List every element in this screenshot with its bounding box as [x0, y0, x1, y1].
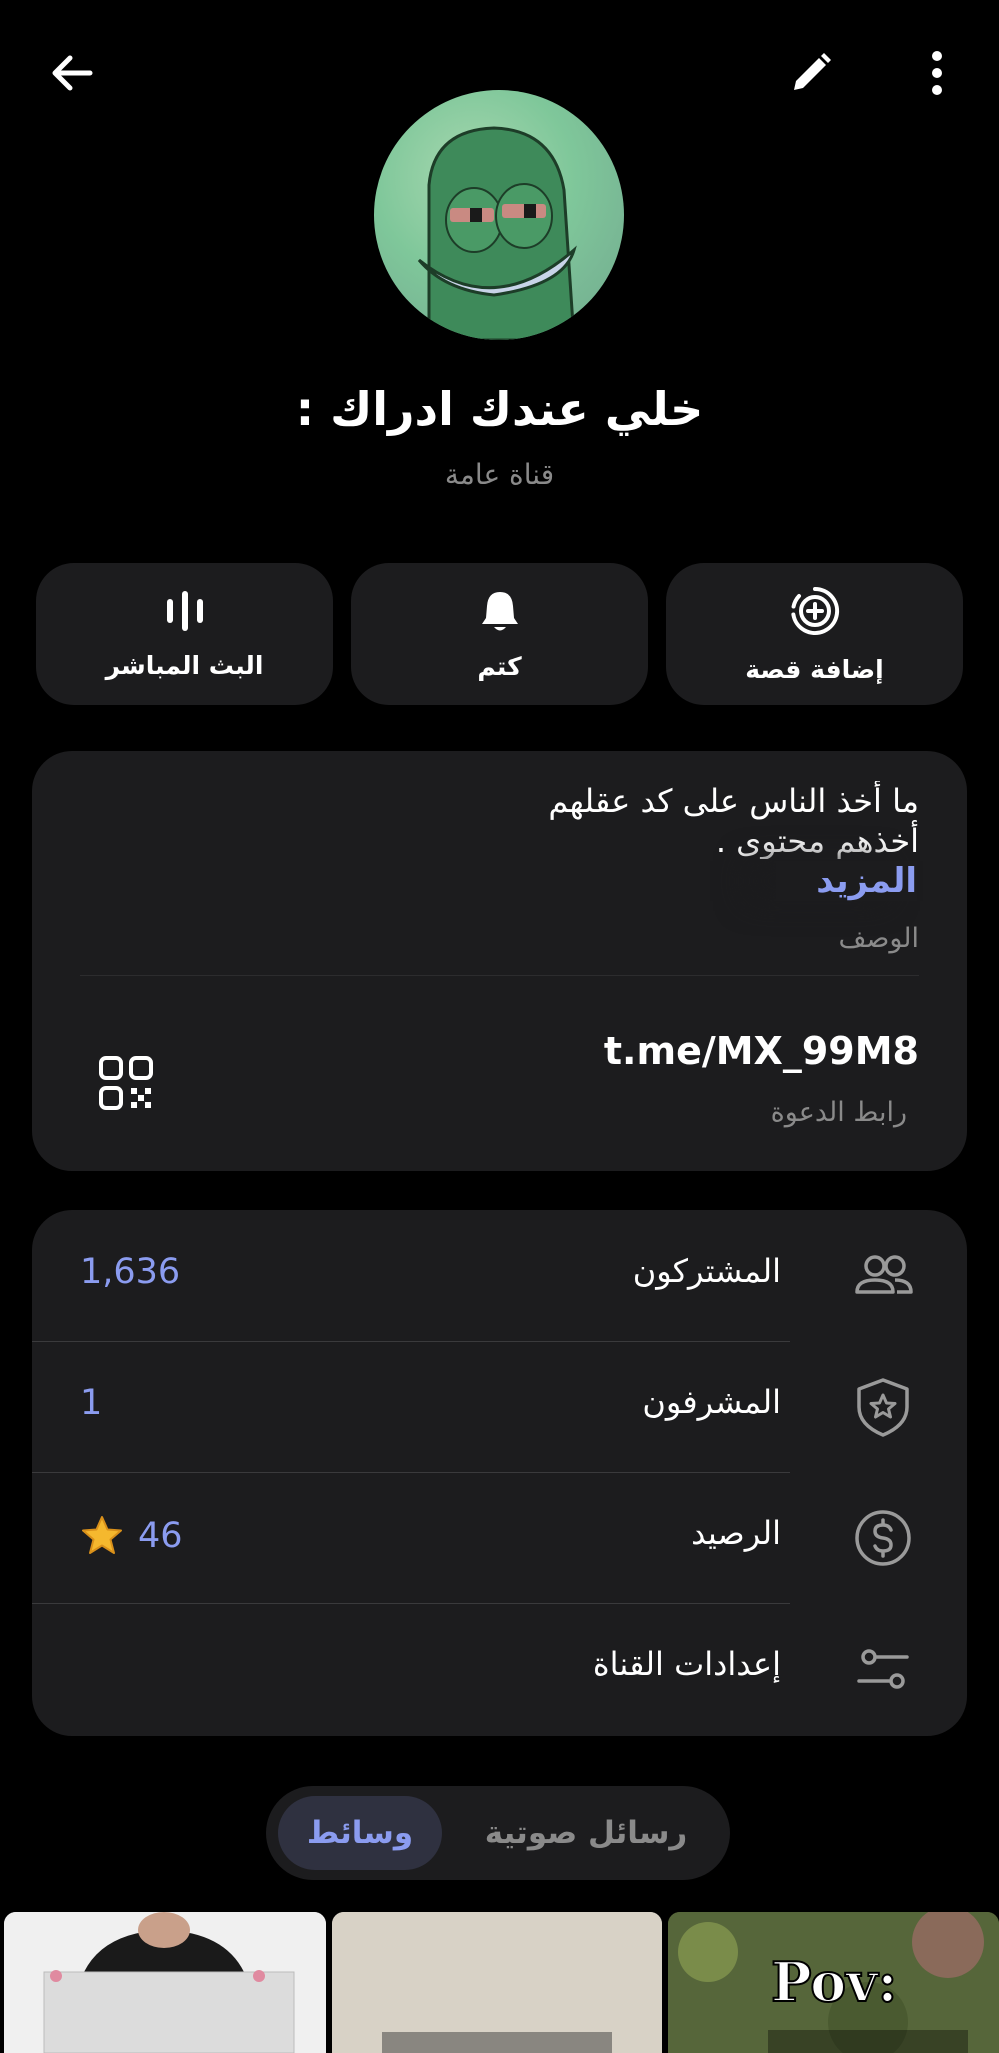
admins-label: المشرفون: [642, 1383, 781, 1421]
avatar-image: [417, 126, 577, 340]
people-icon: [851, 1244, 915, 1308]
add-story-icon: [790, 586, 839, 635]
tab-voice-messages[interactable]: رسائل صوتية: [466, 1796, 706, 1870]
subscribers-label: المشتركون: [632, 1252, 781, 1290]
more-options-button[interactable]: [892, 28, 982, 118]
channel-type: قناة عامة: [444, 458, 555, 491]
shield-star-icon: [851, 1375, 915, 1439]
add-story-label: إضافة قصة: [745, 654, 884, 684]
mute-label: كتم: [477, 651, 522, 681]
live-stream-icon: [166, 590, 203, 631]
bell-icon: [481, 591, 518, 630]
subscribers-count: 1,636: [80, 1252, 181, 1292]
channel-bio: ما أخذ الناس على كد عقلهم أخذهم محتوى .: [548, 782, 919, 859]
star-icon: [82, 1516, 122, 1554]
action-buttons: البث المباشر كتم إضافة قصة: [36, 563, 963, 705]
balance-row[interactable]: الرصيد 46: [32, 1472, 967, 1603]
add-story-button[interactable]: إضافة قصة: [666, 563, 963, 705]
channel-settings-label: إعدادات القناة: [592, 1645, 781, 1683]
channel-avatar[interactable]: [374, 90, 624, 340]
pencil-icon: [794, 53, 831, 90]
arrow-left-icon: [52, 55, 93, 91]
invite-link[interactable]: t.me/MX_99M8: [604, 1029, 919, 1073]
divider: [80, 975, 919, 976]
admins-count: 1: [80, 1383, 103, 1423]
balance-label: الرصيد: [691, 1514, 781, 1552]
media-tabs: وسائط رسائل صوتية: [266, 1786, 730, 1880]
qr-code-button[interactable]: [98, 1055, 154, 1111]
live-stream-label: البث المباشر: [105, 650, 264, 680]
channel-settings-row[interactable]: إعدادات القناة: [32, 1603, 967, 1734]
edit-button[interactable]: [766, 28, 856, 118]
show-more-link[interactable]: المزيد: [776, 861, 917, 901]
media-thumbnail[interactable]: Pov:: [668, 1912, 999, 2053]
thumbnail-caption: Pov:: [770, 1949, 898, 2015]
back-button[interactable]: [27, 28, 117, 118]
dots-vertical-icon: [932, 51, 942, 95]
channel-info-card: المشتركون 1,636 المشرفون 1 الرصيد 46 إعد…: [32, 1210, 967, 1736]
subscribers-row[interactable]: المشتركون 1,636: [32, 1210, 967, 1341]
invite-link-label: رابط الدعوة: [770, 1097, 907, 1128]
dollar-icon: [851, 1506, 915, 1570]
media-grid: Pov:: [0, 1912, 999, 2053]
media-thumbnail[interactable]: [4, 1912, 326, 2053]
tab-media[interactable]: وسائط: [278, 1796, 442, 1870]
mute-button[interactable]: كتم: [351, 563, 648, 705]
settings-sliders-icon: [851, 1637, 915, 1701]
admins-row[interactable]: المشرفون 1: [32, 1341, 967, 1472]
media-thumbnail[interactable]: [332, 1912, 662, 2053]
qr-code-icon: [99, 1056, 153, 1110]
about-card: ما أخذ الناس على كد عقلهم أخذهم محتوى . …: [32, 751, 967, 1171]
description-label: الوصف: [838, 923, 919, 954]
channel-title: خلي عندك ادراك :: [295, 382, 704, 436]
live-stream-button[interactable]: البث المباشر: [36, 563, 333, 705]
balance-value: 46: [80, 1514, 183, 1558]
